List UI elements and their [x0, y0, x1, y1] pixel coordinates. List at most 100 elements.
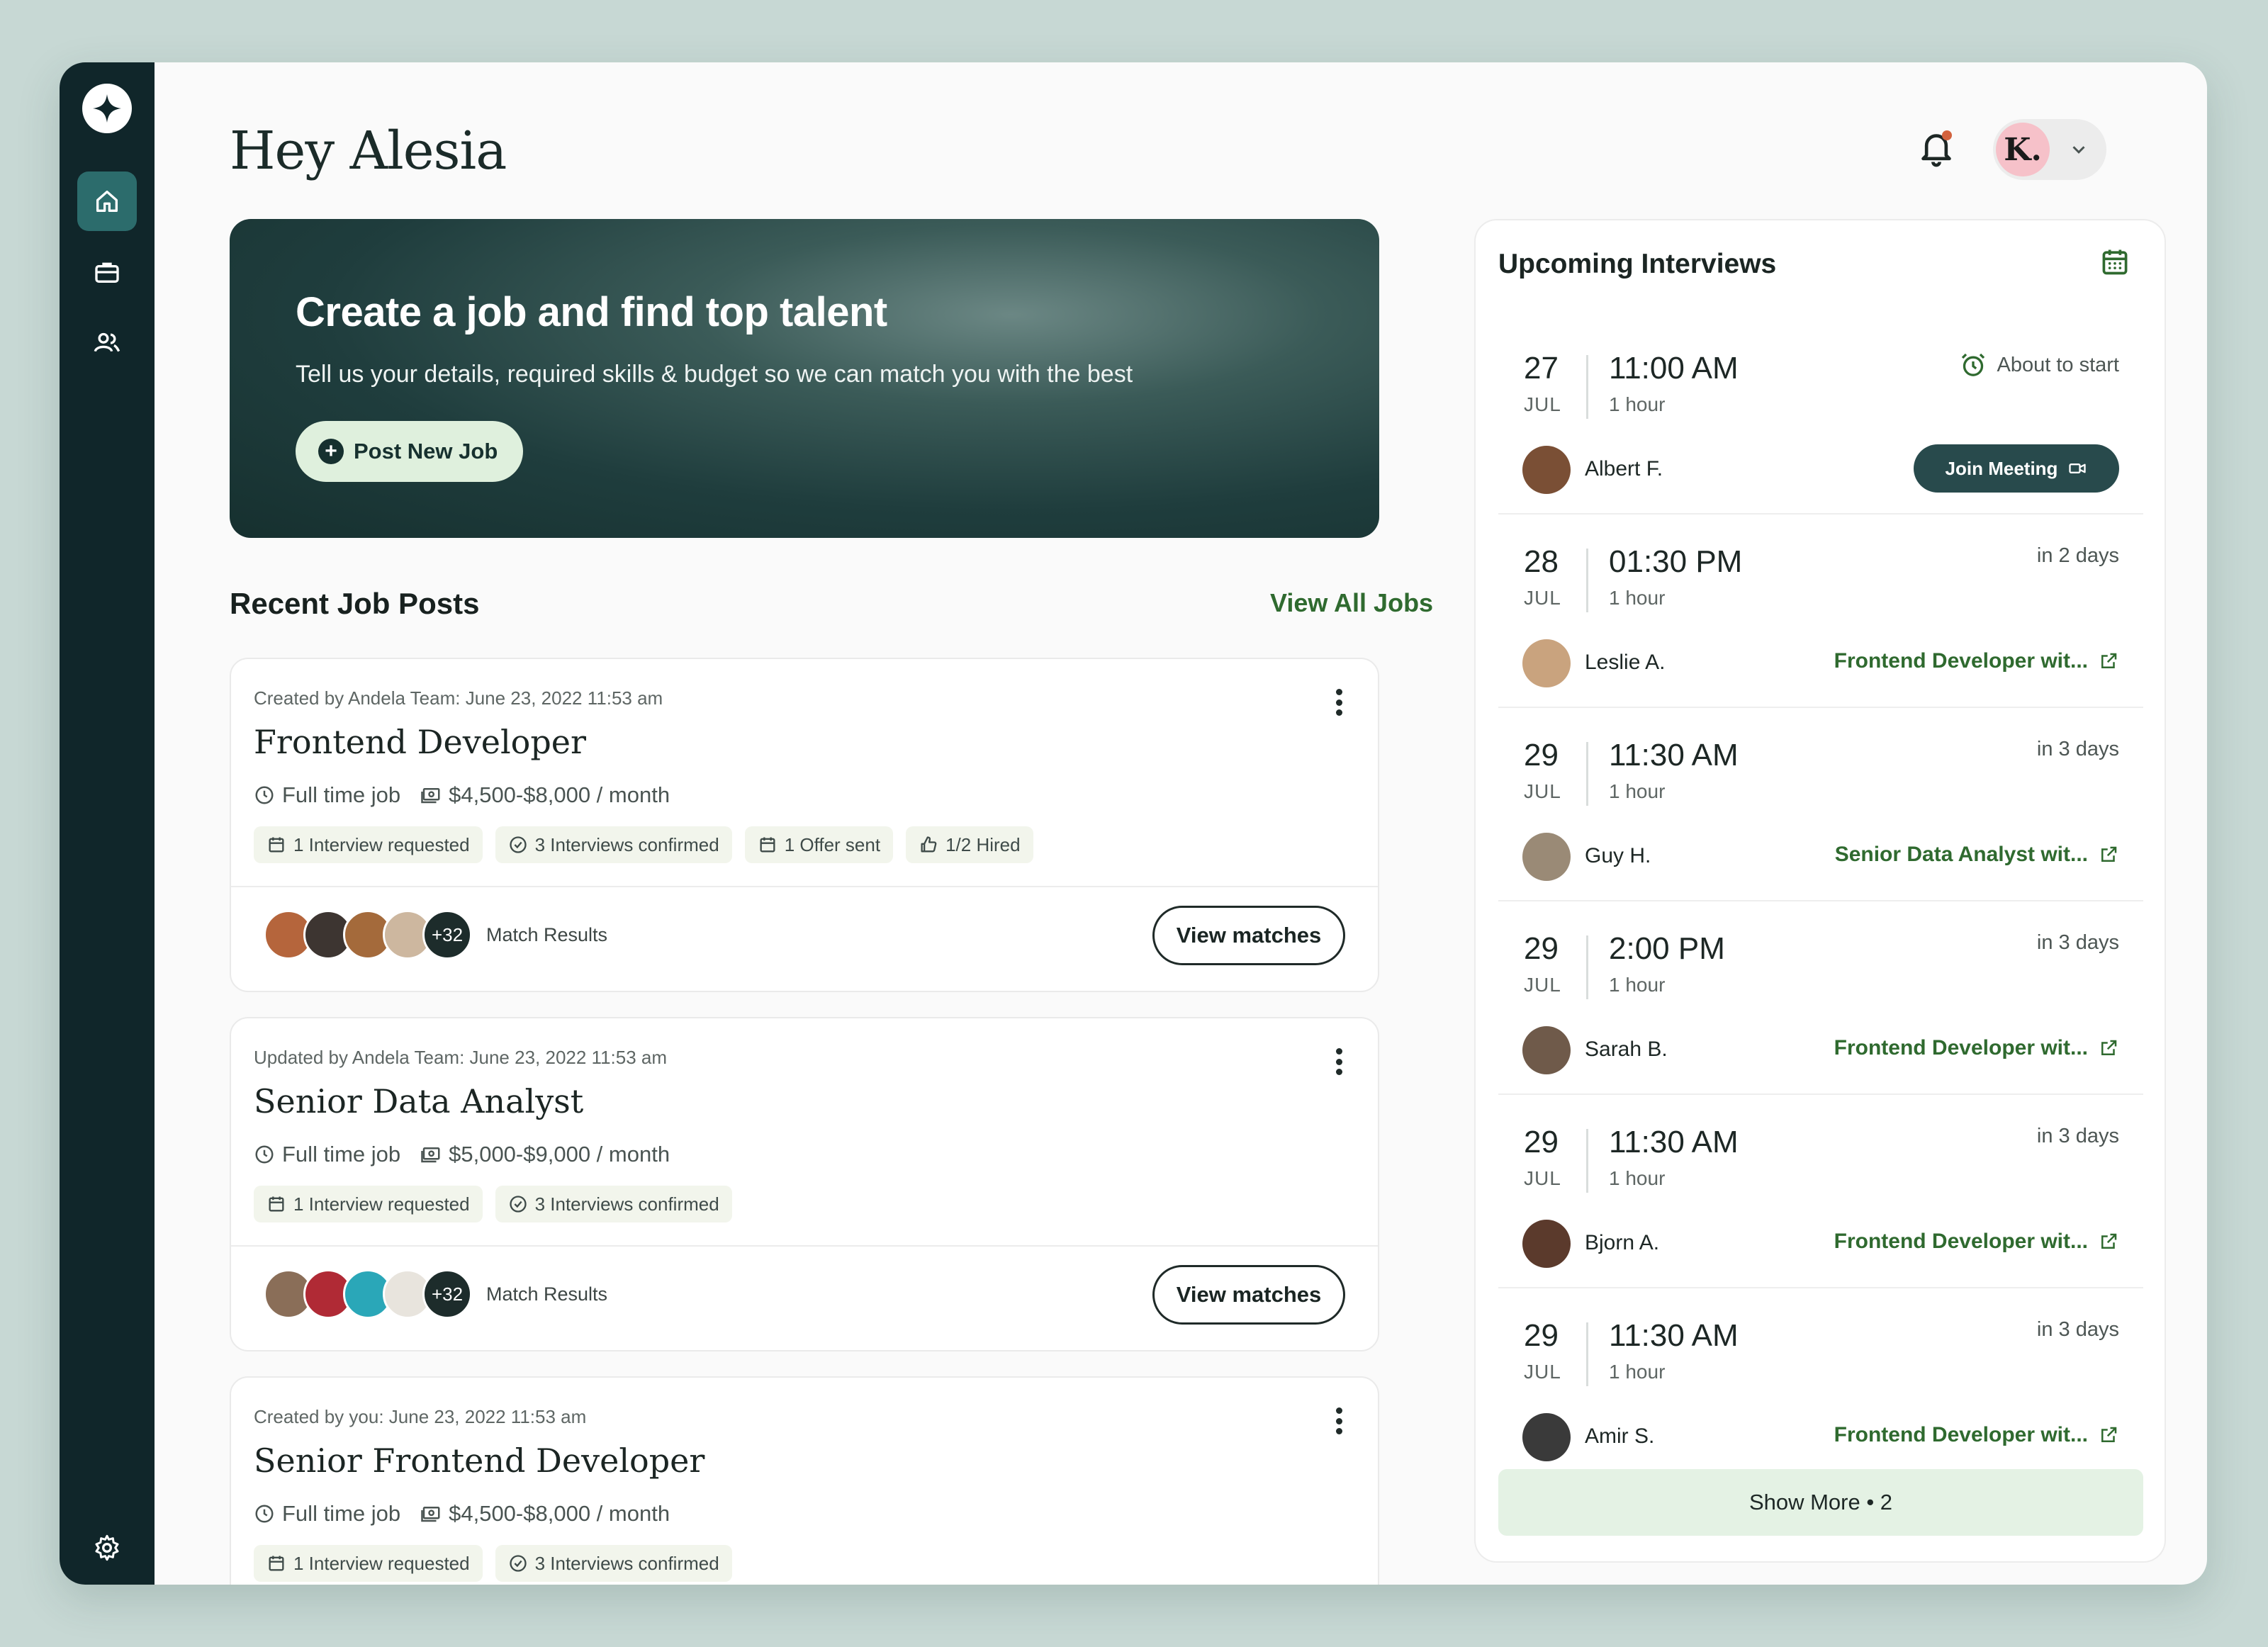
sidebar-item-jobs[interactable] — [77, 242, 137, 302]
tag-interviews-confirmed: 3 Interviews confirmed — [495, 1545, 732, 1582]
candidate-name: Sarah B. — [1585, 1038, 1668, 1061]
more-options-button[interactable] — [1328, 1044, 1349, 1079]
post-new-job-button[interactable]: + Post New Job — [296, 421, 524, 482]
avatar — [1522, 446, 1571, 494]
job-title[interactable]: Senior Frontend Developer — [254, 1441, 704, 1480]
hero-subtitle: Tell us your details, required skills & … — [296, 361, 1133, 388]
clock-icon — [255, 1505, 274, 1523]
sidebar-item-home[interactable] — [77, 172, 137, 231]
briefcase-icon — [95, 262, 119, 283]
interview-day: 29 — [1524, 931, 1559, 966]
interview-month: JUL — [1524, 780, 1561, 802]
avatar — [1522, 1026, 1571, 1074]
interview-duration: 1 hour — [1609, 1167, 1666, 1189]
interview-day: 27 — [1524, 351, 1559, 386]
avatar — [1522, 1220, 1571, 1268]
job-card: Created by you: June 23, 2022 11:53 am S… — [230, 1376, 1379, 1585]
home-icon — [96, 191, 118, 212]
sidebar-item-settings[interactable] — [77, 1518, 137, 1578]
interview-item[interactable]: 29 JUL 11:30 AM 1 hour in 3 days Guy H. … — [1498, 708, 2143, 901]
job-type: Full time job — [282, 1501, 401, 1526]
more-options-button[interactable] — [1328, 685, 1349, 720]
calendar-icon[interactable] — [2099, 246, 2131, 277]
join-meeting-button[interactable]: Join Meeting — [1914, 444, 2119, 493]
tag-interview-requested: 1 Interview requested — [254, 826, 483, 863]
interview-status: in 3 days — [2036, 931, 2119, 954]
tag-interview-requested: 1 Interview requested — [254, 1186, 483, 1222]
view-all-jobs-link[interactable]: View All Jobs — [1270, 588, 1433, 618]
tag-interviews-confirmed: 3 Interviews confirmed — [495, 1186, 732, 1222]
job-details: Full time job $4,500-$8,000 / month — [254, 1501, 670, 1527]
candidate-name: Guy H. — [1585, 844, 1651, 867]
clock-icon — [255, 1145, 274, 1164]
view-matches-button[interactable]: View matches — [1152, 906, 1345, 965]
job-link[interactable]: Senior Data Analyst wit... — [1835, 843, 2119, 867]
match-avatars[interactable]: +32 Match Results — [264, 910, 607, 960]
job-meta: Created by Andela Team: June 23, 2022 11… — [254, 687, 663, 709]
interview-month: JUL — [1524, 974, 1561, 996]
job-meta: Updated by Andela Team: June 23, 2022 11… — [254, 1047, 668, 1068]
user-menu[interactable]: K. — [1993, 119, 2106, 180]
job-type: Full time job — [282, 782, 401, 807]
check-circle-icon — [509, 836, 527, 853]
sidebar — [60, 62, 155, 1585]
interview-status: in 3 days — [2036, 1125, 2119, 1147]
match-avatars[interactable]: +32 Match Results — [264, 1269, 607, 1319]
interview-day: 29 — [1524, 738, 1559, 772]
calendar-icon — [269, 1556, 284, 1571]
panel-title: Upcoming Interviews — [1498, 249, 1777, 279]
tag-hired: 1/2 Hired — [906, 826, 1033, 863]
external-link-icon — [2101, 846, 2117, 862]
interview-duration: 1 hour — [1609, 974, 1666, 996]
app-window: Hey Alesia K. Create a job and find top … — [60, 62, 2207, 1585]
interview-item[interactable]: 29 JUL 11:30 AM 1 hour in 3 days Amir S.… — [1498, 1288, 2143, 1482]
sidebar-item-talent[interactable] — [77, 313, 137, 373]
job-title[interactable]: Senior Data Analyst — [254, 1082, 583, 1120]
hero-title: Create a job and find top talent — [296, 289, 887, 335]
interview-month: JUL — [1524, 1167, 1561, 1189]
section-title: Recent Job Posts — [230, 587, 480, 620]
interview-item[interactable]: 29 JUL 2:00 PM 1 hour in 3 days Sarah B.… — [1498, 901, 2143, 1095]
divider — [1586, 355, 1588, 419]
page-title: Hey Alesia — [230, 120, 507, 181]
divider — [1586, 549, 1588, 612]
calendar-icon — [269, 1196, 284, 1212]
post-new-job-label: Post New Job — [354, 439, 498, 463]
avatar — [1522, 639, 1571, 687]
job-tags: 1 Interview requested 3 Interviews confi… — [254, 826, 1033, 863]
job-title[interactable]: Frontend Developer — [254, 723, 586, 761]
interview-day: 29 — [1524, 1125, 1559, 1159]
avatar: K. — [1996, 123, 2050, 176]
job-link[interactable]: Frontend Developer wit... — [1834, 649, 2119, 673]
interview-time: 11:30 AM — [1609, 738, 1739, 772]
candidate-name: Albert F. — [1585, 457, 1663, 480]
match-results-label: Match Results — [486, 1283, 608, 1305]
job-salary: $4,500-$8,000 / month — [449, 782, 670, 807]
notifications-button[interactable] — [1916, 128, 1956, 170]
view-matches-button[interactable]: View matches — [1152, 1265, 1345, 1325]
main-content: Hey Alesia K. Create a job and find top … — [155, 62, 2207, 1585]
logo-icon[interactable] — [82, 84, 132, 133]
thumbs-up-icon — [921, 836, 937, 853]
interview-time: 01:30 PM — [1609, 544, 1743, 579]
external-link-icon — [2101, 1233, 2117, 1249]
more-options-button[interactable] — [1328, 1403, 1349, 1439]
interview-day: 28 — [1524, 544, 1559, 579]
job-link[interactable]: Frontend Developer wit... — [1834, 1423, 2119, 1447]
job-card: Updated by Andela Team: June 23, 2022 11… — [230, 1017, 1379, 1351]
interview-month: JUL — [1524, 1361, 1561, 1383]
interview-time: 11:00 AM — [1609, 351, 1739, 386]
job-salary: $5,000-$9,000 / month — [449, 1142, 670, 1167]
interview-item[interactable]: 27 JUL 11:00 AM 1 hour About to start Al… — [1498, 321, 2143, 515]
job-link[interactable]: Frontend Developer wit... — [1834, 1230, 2119, 1254]
show-more-button[interactable]: Show More • 2 — [1498, 1469, 2143, 1536]
interview-item[interactable]: 29 JUL 11:30 AM 1 hour in 3 days Bjorn A… — [1498, 1095, 2143, 1288]
job-salary: $4,500-$8,000 / month — [449, 1501, 670, 1526]
job-link[interactable]: Frontend Developer wit... — [1834, 1036, 2119, 1060]
interview-month: JUL — [1524, 587, 1561, 609]
interview-status: About to start — [1959, 351, 2119, 379]
candidate-name: Bjorn A. — [1585, 1231, 1660, 1254]
interview-month: JUL — [1524, 393, 1561, 415]
divider — [1586, 1129, 1588, 1193]
interview-item[interactable]: 28 JUL 01:30 PM 1 hour in 2 days Leslie … — [1498, 515, 2143, 708]
